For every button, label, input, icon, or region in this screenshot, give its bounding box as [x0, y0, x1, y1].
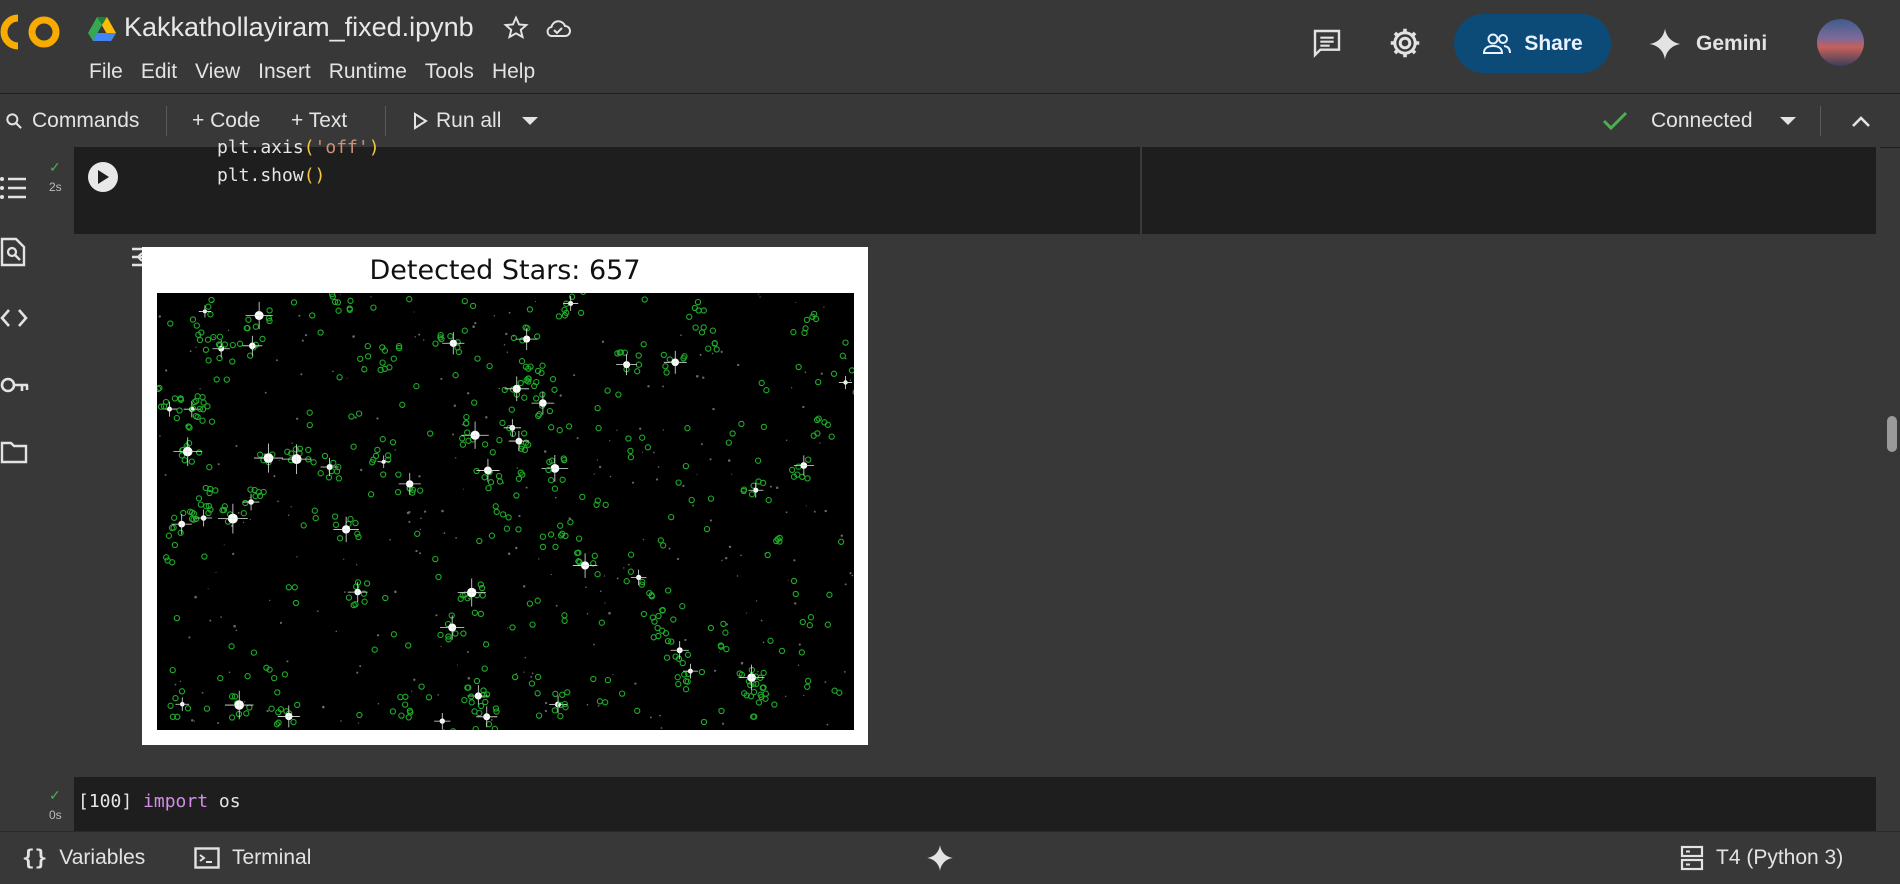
exec-time: 0s: [49, 808, 62, 822]
divider: [166, 106, 167, 136]
server-icon: [1680, 845, 1704, 871]
code-line: plt.show(): [217, 165, 325, 186]
avatar[interactable]: [1817, 19, 1864, 66]
people-icon: [1482, 32, 1512, 56]
terminal-button[interactable]: Terminal: [194, 832, 311, 884]
star-field-graphic: [157, 293, 854, 730]
braces-icon: {}: [22, 846, 47, 870]
chevron-down-icon: [520, 115, 540, 127]
menu-help[interactable]: Help: [483, 56, 544, 88]
notebook-title[interactable]: Kakkathollayiram_fixed.ipynb: [124, 12, 474, 43]
gemini-label: Gemini: [1696, 32, 1767, 56]
share-label: Share: [1524, 32, 1582, 56]
find-icon[interactable]: [0, 237, 26, 267]
collapse-header-button[interactable]: [1850, 94, 1872, 147]
left-sidebar: [0, 147, 42, 831]
plot-title: Detected Stars: 657: [142, 255, 868, 286]
variables-button[interactable]: {} Variables: [22, 832, 145, 884]
exec-time: 2s: [49, 180, 62, 194]
menu-bar: File Edit View Insert Runtime Tools Help: [80, 56, 544, 88]
menu-runtime[interactable]: Runtime: [320, 56, 416, 88]
exec-success-check: ✓: [49, 159, 61, 176]
runtime-dropdown[interactable]: [1778, 94, 1798, 147]
toc-icon[interactable]: [0, 175, 28, 201]
variables-label: Variables: [59, 846, 145, 870]
gemini-icon: [1648, 27, 1682, 61]
check-icon: [1601, 110, 1629, 132]
notebook: ✓ 2s plt.axis('off') plt.show() Detected…: [42, 147, 1880, 831]
runtime-info-button[interactable]: T4 (Python 3): [1680, 832, 1843, 884]
menu-edit[interactable]: Edit: [132, 56, 186, 88]
divider: [1820, 106, 1821, 136]
settings-icon[interactable]: [1387, 25, 1423, 61]
terminal-label: Terminal: [232, 846, 311, 870]
play-icon: [412, 112, 428, 130]
run-cell-button[interactable]: [88, 162, 118, 192]
menu-tools[interactable]: Tools: [416, 56, 483, 88]
menu-insert[interactable]: Insert: [249, 56, 320, 88]
drive-icon[interactable]: [88, 16, 116, 42]
colab-logo[interactable]: [0, 8, 66, 56]
output-plot: Detected Stars: 657: [142, 247, 868, 745]
run-cell-icon: [96, 169, 110, 185]
menu-view[interactable]: View: [186, 56, 249, 88]
exec-success-check: ✓: [49, 787, 61, 804]
comment-icon[interactable]: [1310, 27, 1344, 59]
gemini-button[interactable]: Gemini: [1648, 22, 1767, 66]
run-options-dropdown[interactable]: [520, 94, 540, 147]
key-icon[interactable]: [0, 375, 30, 395]
connection-status: Connected: [1651, 109, 1753, 133]
code-line: [100] import os: [78, 791, 241, 812]
add-text-label: + Text: [291, 109, 347, 133]
code-cell[interactable]: plt.axis('off') plt.show(): [74, 147, 1876, 234]
chevron-down-icon: [1778, 115, 1798, 127]
divider: [385, 106, 386, 136]
run-all-label: Run all: [436, 109, 501, 133]
cloud-icon[interactable]: [543, 15, 573, 41]
menu-file[interactable]: File: [80, 56, 132, 88]
code-cell[interactable]: [100] import os: [74, 777, 1876, 831]
chevron-up-icon: [1850, 114, 1872, 128]
search-icon: [4, 111, 24, 131]
terminal-icon: [194, 847, 220, 869]
status-bar: {} Variables Terminal T4 (Python 3): [0, 831, 1900, 884]
code-line: plt.axis('off'): [217, 137, 380, 158]
code-icon[interactable]: [0, 307, 28, 329]
header: Kakkathollayiram_fixed.ipynb File Edit V…: [0, 0, 1900, 92]
sparkle-icon: [926, 844, 954, 872]
exec-count: [100]: [78, 791, 132, 812]
star-icon[interactable]: [503, 15, 529, 41]
runtime-label: T4 (Python 3): [1716, 846, 1843, 870]
share-button[interactable]: Share: [1454, 14, 1611, 73]
gemini-bar-button[interactable]: [926, 832, 954, 884]
folder-icon[interactable]: [0, 440, 28, 464]
cell-divider: [1140, 147, 1142, 234]
run-all-button[interactable]: Run all: [412, 94, 501, 147]
runtime-status[interactable]: Connected: [1601, 94, 1753, 147]
scrollbar-thumb[interactable]: [1887, 416, 1897, 452]
add-code-label: + Code: [192, 109, 260, 133]
commands-button[interactable]: Commands: [4, 94, 139, 147]
star-field-image: [157, 293, 854, 730]
commands-label: Commands: [32, 109, 139, 133]
